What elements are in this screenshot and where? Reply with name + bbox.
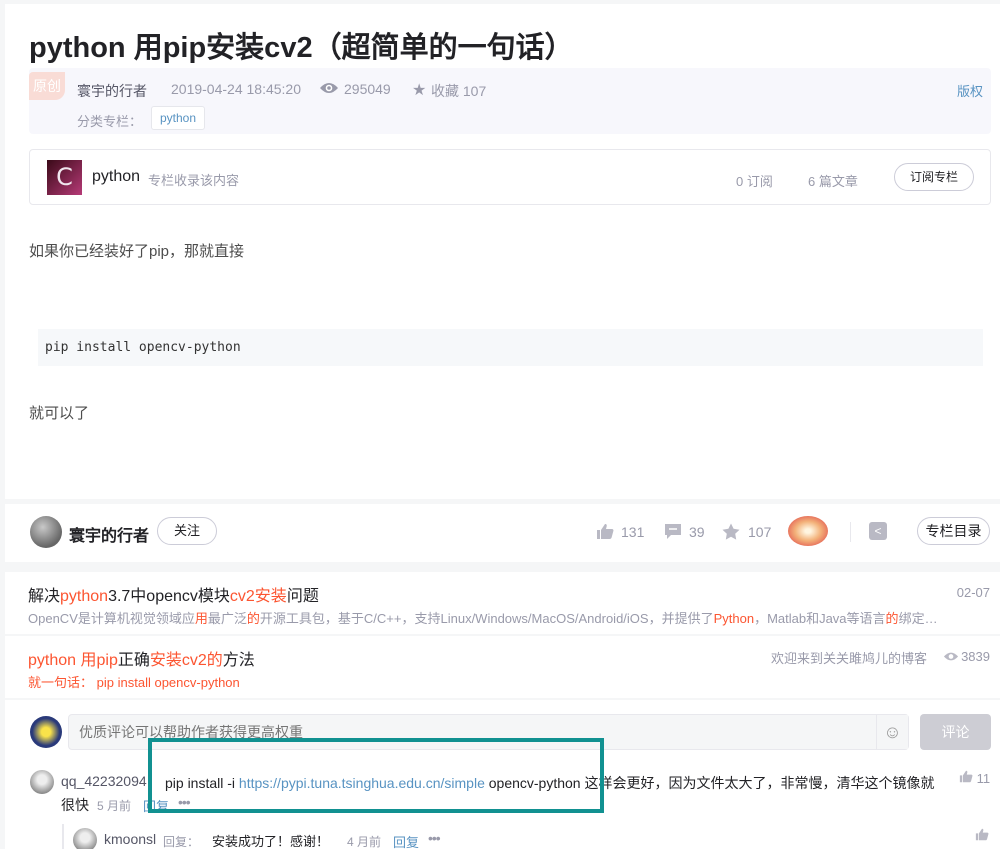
copyright-link[interactable]: 版权 — [957, 81, 983, 100]
paragraph-1: 如果你已经装好了pip，那就直接 — [29, 243, 245, 260]
submit-comment-button[interactable]: 评论 — [920, 714, 991, 750]
comment-username[interactable]: qq_42232094 — [61, 773, 147, 789]
author-name[interactable]: 寰宇的行者 — [69, 522, 149, 546]
favorite-star-icon[interactable] — [722, 523, 740, 545]
comment-text-continued: 很快 — [61, 797, 89, 813]
paragraph-2: 就可以了 — [29, 405, 90, 422]
article-card: python 用pip安装cv2（超简单的一句话） 原创 寰宇的行者 2019-… — [5, 4, 1000, 499]
author-toolbar: 寰宇的行者 关注 131 39 107 < 专栏目录 — [5, 504, 1000, 562]
comment-count: 39 — [689, 524, 705, 540]
recommend-title[interactable]: python 用pip正确安装cv2的方法 — [28, 646, 255, 670]
reply-time: 4 月前 — [347, 835, 382, 849]
reply-indent-line — [62, 824, 64, 849]
favorite-count: 107 — [748, 524, 772, 540]
thumbs-up-icon[interactable] — [596, 523, 614, 545]
current-user-avatar — [30, 716, 62, 748]
recommend-item[interactable]: python 用pip正确安装cv2的方法 就一句话： pip install … — [5, 636, 1000, 698]
follow-button[interactable]: 关注 — [157, 517, 217, 545]
category-tag[interactable]: python — [151, 106, 206, 130]
article-meta: 原创 寰宇的行者 2019-04-24 18:45:20 295049 ★ 收藏… — [29, 68, 991, 134]
annotation-highlight-box — [148, 738, 604, 813]
reply-username[interactable]: kmoonsl — [104, 831, 156, 847]
recommend-description: OpenCV是计算机视觉领域应用最广泛的开源工具包，基于C/C++，支持Linu… — [28, 611, 938, 626]
reply-label: 回复： — [163, 835, 200, 849]
article-title: python 用pip安装cv2（超简单的一句话） — [29, 32, 574, 64]
toolbar-divider — [850, 522, 851, 542]
eye-icon — [320, 83, 338, 93]
column-card: C python 专栏收录该内容 0 订阅 6 篇文章 订阅专栏 — [29, 149, 991, 205]
column-description: 专栏收录该内容 — [148, 173, 240, 188]
code-block: pip install opencv-python — [38, 329, 983, 366]
reply-avatar[interactable] — [73, 828, 97, 849]
reply-button[interactable]: 回复 — [393, 832, 419, 849]
view-count: 295049 — [344, 81, 391, 97]
original-badge: 原创 — [29, 72, 65, 100]
column-logo[interactable]: C — [47, 160, 82, 195]
like-count: 131 — [621, 524, 645, 540]
reply-like[interactable] — [975, 828, 989, 844]
recommend-item[interactable]: 解决python3.7中opencv模块cv2安装问题 OpenCV是计算机视觉… — [5, 572, 1000, 634]
thumbs-up-icon — [959, 770, 973, 783]
category-label: 分类专栏： — [77, 114, 143, 129]
favorite-button[interactable]: 收藏 107 — [431, 81, 486, 101]
column-article-count: 6 篇文章 — [808, 174, 858, 189]
column-name[interactable]: python — [92, 168, 140, 186]
column-subscribers: 0 订阅 — [736, 174, 773, 189]
author-link[interactable]: 寰宇的行者 — [77, 81, 147, 101]
comment-time: 5 月前 — [97, 799, 132, 813]
comment-like[interactable]: 11 — [959, 770, 990, 786]
share-icon[interactable]: < — [869, 522, 887, 540]
recommend-date: 02-07 — [956, 585, 990, 600]
column-toc-button[interactable]: 专栏目录 — [917, 517, 990, 545]
publish-time: 2019-04-24 18:45:20 — [171, 81, 301, 97]
star-icon: ★ — [412, 82, 427, 99]
more-options-icon[interactable]: ••• — [428, 830, 441, 846]
comment-icon[interactable] — [664, 523, 682, 545]
thumbs-up-icon — [975, 828, 989, 841]
recommend-description: 就一句话： pip install opencv-python — [28, 675, 240, 690]
emoji-icon[interactable]: ☺ — [876, 715, 908, 749]
recommend-source[interactable]: 欢迎来到关关雎鸠儿的博客 — [771, 648, 927, 667]
reply-text: 安装成功了！感谢！ — [212, 834, 330, 849]
author-avatar[interactable] — [30, 516, 62, 548]
eye-icon — [943, 652, 959, 661]
recommend-views: 3839 — [961, 649, 990, 664]
subscribe-column-button[interactable]: 订阅专栏 — [894, 163, 974, 191]
recommend-title[interactable]: 解决python3.7中opencv模块cv2安装问题 — [28, 582, 319, 606]
comment-avatar[interactable] — [30, 770, 54, 794]
reward-icon[interactable] — [788, 516, 828, 546]
